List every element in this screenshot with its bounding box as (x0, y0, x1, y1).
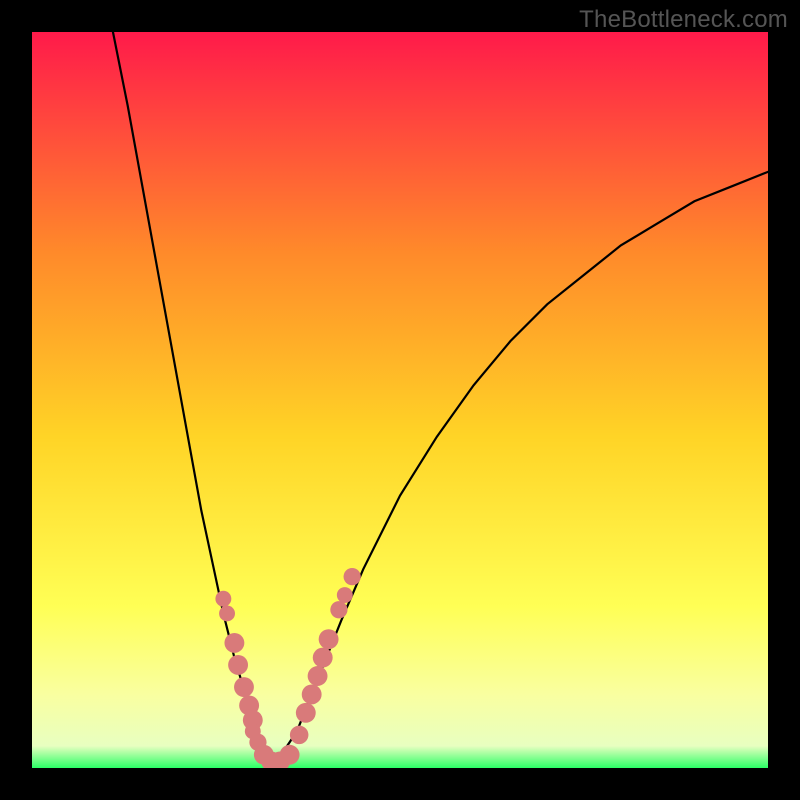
data-marker (308, 666, 328, 686)
chart-frame: TheBottleneck.com (0, 0, 800, 800)
data-marker (215, 591, 231, 607)
data-marker (228, 655, 248, 675)
plot-area (32, 32, 768, 768)
data-marker (344, 568, 361, 585)
data-marker (313, 648, 333, 668)
data-marker (234, 677, 254, 697)
data-marker (302, 684, 322, 704)
chart-svg (32, 32, 768, 768)
data-marker (319, 629, 339, 649)
data-marker (330, 601, 347, 618)
data-marker (337, 587, 353, 603)
gradient-background (32, 32, 768, 768)
data-marker (280, 745, 300, 765)
watermark-text: TheBottleneck.com (579, 6, 788, 34)
data-marker (224, 633, 244, 653)
data-marker (219, 605, 235, 621)
data-marker (290, 726, 309, 745)
data-marker (296, 703, 316, 723)
